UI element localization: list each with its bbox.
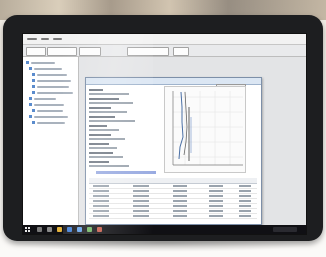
folder-icon: [29, 67, 32, 70]
screen-glare: [63, 34, 153, 234]
system-tray[interactable]: [273, 227, 297, 232]
toolbar-button[interactable]: [26, 47, 46, 56]
plot-graphic: [172, 91, 243, 166]
windows-start-icon[interactable]: [25, 227, 30, 232]
task-view-icon[interactable]: [47, 227, 52, 232]
folder-icon: [29, 97, 32, 100]
photo-scene: [0, 0, 326, 257]
item-icon: [32, 79, 35, 82]
menu-item[interactable]: [41, 38, 49, 40]
menu-item[interactable]: [27, 38, 37, 40]
item-icon: [32, 91, 35, 94]
folder-icon: [26, 61, 29, 64]
item-icon: [32, 109, 35, 112]
toolbar-button[interactable]: [173, 47, 189, 56]
item-icon: [32, 73, 35, 76]
sidebar-item[interactable]: [34, 68, 62, 70]
item-icon: [32, 85, 35, 88]
sidebar-item[interactable]: [34, 98, 56, 100]
sidebar-item[interactable]: [37, 110, 63, 112]
menu-item[interactable]: [53, 38, 62, 40]
tablet-screen: [22, 33, 307, 235]
file-explorer-icon[interactable]: [57, 227, 62, 232]
search-icon[interactable]: [37, 227, 42, 232]
sidebar-item[interactable]: [34, 104, 64, 106]
folder-icon: [29, 115, 32, 118]
sidebar-item[interactable]: [31, 62, 55, 64]
sidebar-item[interactable]: [37, 122, 65, 124]
folder-icon: [29, 103, 32, 106]
profile-plot: [164, 86, 246, 173]
item-icon: [32, 121, 35, 124]
